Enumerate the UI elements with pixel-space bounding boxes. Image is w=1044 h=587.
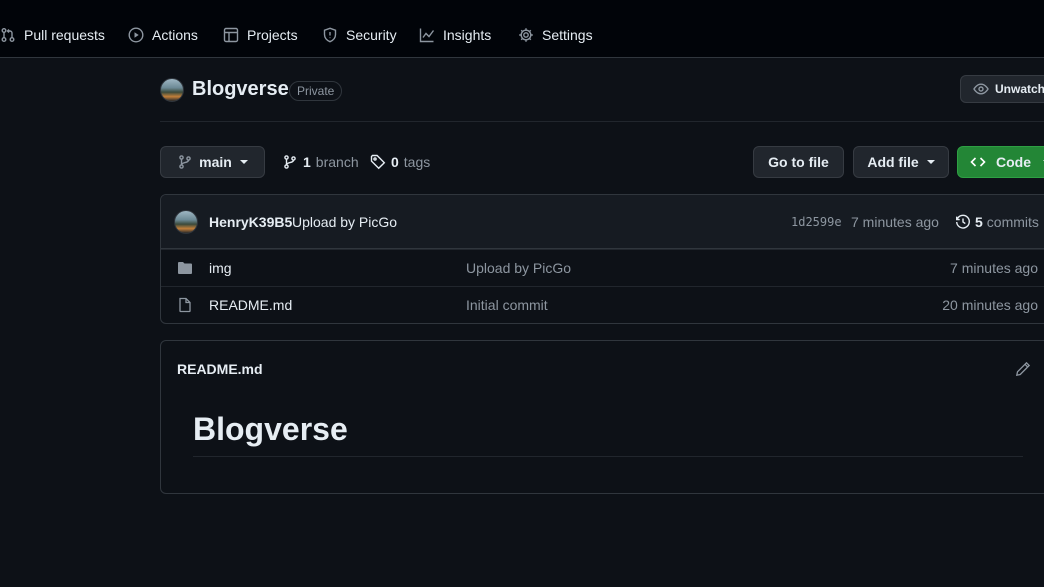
code-icon <box>970 154 986 170</box>
add-file-label: Add file <box>867 154 919 170</box>
repo-name-link[interactable]: Blogverse <box>192 78 289 101</box>
visibility-badge: Private <box>289 81 343 101</box>
file-list: HenryK39B5 Upload by PicGo 1d2599e 7 min… <box>160 194 1044 324</box>
nav-label: Settings <box>542 27 593 43</box>
unwatch-button[interactable]: Unwatch <box>960 75 1044 103</box>
file-icon <box>177 297 193 313</box>
tag-icon <box>370 154 386 170</box>
branch-name: main <box>199 154 232 170</box>
play-icon <box>128 27 144 43</box>
git-branch-icon <box>177 154 193 170</box>
git-branch-icon <box>282 154 298 170</box>
readme-heading: Blogverse <box>193 411 1023 457</box>
repo-header: Blogverse Private Unwatch <box>160 75 1044 122</box>
add-file-button[interactable]: Add file <box>853 146 949 178</box>
latest-commit-row: HenryK39B5 Upload by PicGo 1d2599e 7 min… <box>161 195 1044 249</box>
file-name-link[interactable]: README.md <box>209 297 292 313</box>
go-to-file-label: Go to file <box>768 154 829 170</box>
file-time: 7 minutes ago <box>950 260 1038 276</box>
nav-settings[interactable]: Settings <box>518 25 593 45</box>
readme-filename-link[interactable]: README.md <box>177 361 263 377</box>
commit-count: 5 <box>975 214 983 230</box>
nav-projects[interactable]: Projects <box>223 25 298 45</box>
file-commit-message-link[interactable]: Upload by PicGo <box>466 260 571 276</box>
commit-time: 7 minutes ago <box>851 214 939 230</box>
commit-message-link[interactable]: Upload by PicGo <box>292 214 397 230</box>
chevron-down-icon <box>926 160 935 164</box>
nav-label: Security <box>346 27 397 43</box>
file-row[interactable]: img Upload by PicGo 7 minutes ago <box>161 249 1044 286</box>
author-avatar[interactable] <box>174 210 198 234</box>
nav-security[interactable]: Security <box>322 25 397 45</box>
chevron-down-icon <box>239 160 248 164</box>
gear-icon <box>518 27 534 43</box>
nav-label: Pull requests <box>24 27 105 43</box>
code-button[interactable]: Code <box>957 146 1044 178</box>
go-to-file-button[interactable]: Go to file <box>753 146 844 178</box>
unwatch-label: Unwatch <box>995 82 1044 96</box>
owner-avatar[interactable] <box>160 78 184 102</box>
code-label: Code <box>996 154 1031 170</box>
tags-link[interactable]: 0 tags <box>370 153 430 171</box>
tag-count: 0 <box>391 154 399 170</box>
branches-link[interactable]: 1 branch <box>282 153 359 171</box>
table-icon <box>223 27 239 43</box>
pencil-icon[interactable] <box>1015 361 1031 377</box>
nav-label: Insights <box>443 27 492 43</box>
tag-label: tags <box>403 154 431 170</box>
nav-label: Projects <box>247 27 298 43</box>
commit-sha-link[interactable]: 1d2599e <box>791 215 842 229</box>
branch-count: 1 <box>303 154 311 170</box>
nav-label: Actions <box>152 27 198 43</box>
branch-label: branch <box>315 154 359 170</box>
graph-icon <box>419 27 435 43</box>
nav-actions[interactable]: Actions <box>128 25 198 45</box>
folder-icon <box>177 260 193 276</box>
commit-author-link[interactable]: HenryK39B5 <box>209 214 292 230</box>
readme-panel: README.md Blogverse <box>160 340 1044 494</box>
shield-icon <box>322 27 338 43</box>
commit-history-link[interactable]: 5 commits <box>955 214 1039 230</box>
nav-insights[interactable]: Insights <box>419 25 491 45</box>
pull-request-icon <box>0 27 16 43</box>
file-row[interactable]: README.md Initial commit 20 minutes ago <box>161 286 1044 323</box>
file-commit-message-link[interactable]: Initial commit <box>466 297 548 313</box>
repo-nav: Pull requests Actions Projects Security … <box>0 0 1044 58</box>
eye-icon <box>973 81 989 97</box>
branch-select-button[interactable]: main <box>160 146 265 178</box>
nav-pull-requests[interactable]: Pull requests <box>0 25 105 45</box>
file-name-link[interactable]: img <box>209 260 232 276</box>
history-icon <box>955 214 971 230</box>
commits-label: commits <box>986 214 1039 230</box>
file-time: 20 minutes ago <box>942 297 1038 313</box>
